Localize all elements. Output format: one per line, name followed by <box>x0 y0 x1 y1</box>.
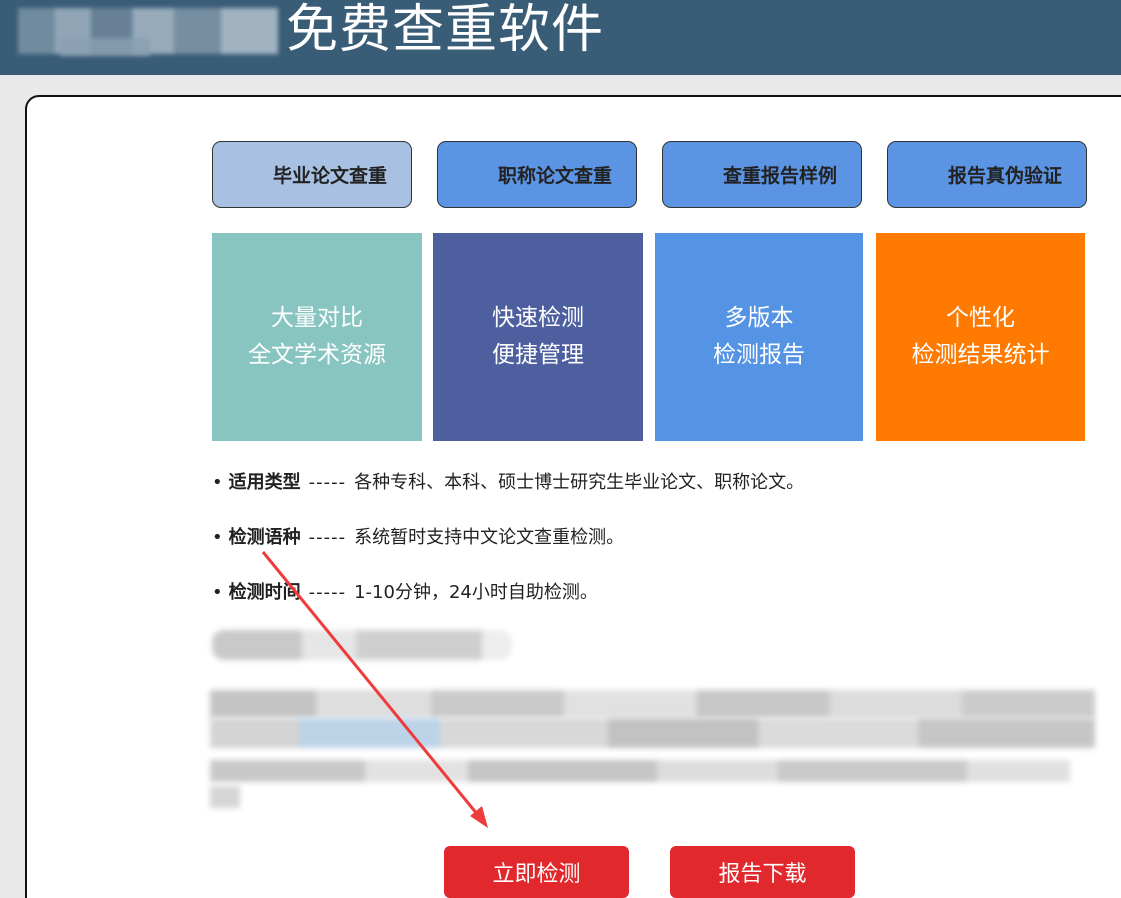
feature-line: 检测结果统计 <box>911 342 1050 368</box>
redacted-text <box>210 718 1095 748</box>
bullet: • <box>212 527 223 548</box>
feature-tile-versions: 多版本 检测报告 <box>655 233 863 441</box>
report-download-button[interactable]: 报告下载 <box>670 846 855 898</box>
info-separator: ----- <box>308 527 347 548</box>
feature-line: 检测报告 <box>713 342 805 368</box>
feature-tile-statistics: 个性化 检测结果统计 <box>876 233 1085 441</box>
tab-label: 毕业论文查重 <box>272 165 387 187</box>
tab-label: 查重报告样例 <box>722 165 837 187</box>
info-check-time: • 检测时间 ----- 1-10分钟，24小时自助检测。 <box>212 578 598 604</box>
site-logo-detail <box>60 38 150 56</box>
info-separator: ----- <box>308 582 347 603</box>
redacted-text <box>210 760 1070 782</box>
info-languages: • 检测语种 ----- 系统暂时支持中文论文查重检测。 <box>212 523 624 549</box>
info-text: 系统暂时支持中文论文查重检测。 <box>354 527 625 548</box>
info-label: 适用类型 <box>228 472 301 493</box>
tab-label: 报告真伪验证 <box>947 165 1062 187</box>
feature-tile-resources: 大量对比 全文学术资源 <box>212 233 422 441</box>
check-now-button[interactable]: 立即检测 <box>444 846 629 898</box>
info-label: 检测时间 <box>228 582 301 603</box>
feature-tile-fast: 快速检测 便捷管理 <box>433 233 643 441</box>
redacted-text <box>210 786 240 808</box>
info-text: 各种专科、本科、硕士博士研究生毕业论文、职称论文。 <box>354 472 805 493</box>
top-header: 免费查重软件 <box>0 0 1121 75</box>
redacted-text <box>210 690 1095 718</box>
bullet: • <box>212 472 223 493</box>
feature-line: 便捷管理 <box>492 342 584 368</box>
tab-title-paper-check[interactable]: 职称论文查重 <box>437 141 637 208</box>
redacted-text <box>212 630 512 660</box>
feature-line: 全文学术资源 <box>248 342 386 368</box>
info-applicable-types: • 适用类型 ----- 各种专科、本科、硕士博士研究生毕业论文、职称论文。 <box>212 468 804 494</box>
feature-line: 大量对比 <box>271 305 363 331</box>
info-text: 1-10分钟，24小时自助检测。 <box>354 582 598 603</box>
tab-graduation-check[interactable]: 毕业论文查重 <box>212 141 412 208</box>
tab-report-sample[interactable]: 查重报告样例 <box>662 141 862 208</box>
feature-line: 个性化 <box>946 305 1015 331</box>
bullet: • <box>212 582 223 603</box>
info-separator: ----- <box>308 472 347 493</box>
tab-report-verify[interactable]: 报告真伪验证 <box>887 141 1087 208</box>
tab-label: 职称论文查重 <box>497 165 612 187</box>
site-title: 免费查重软件 <box>286 0 605 60</box>
info-label: 检测语种 <box>228 527 301 548</box>
feature-line: 快速检测 <box>492 305 584 331</box>
feature-line: 多版本 <box>724 305 794 331</box>
